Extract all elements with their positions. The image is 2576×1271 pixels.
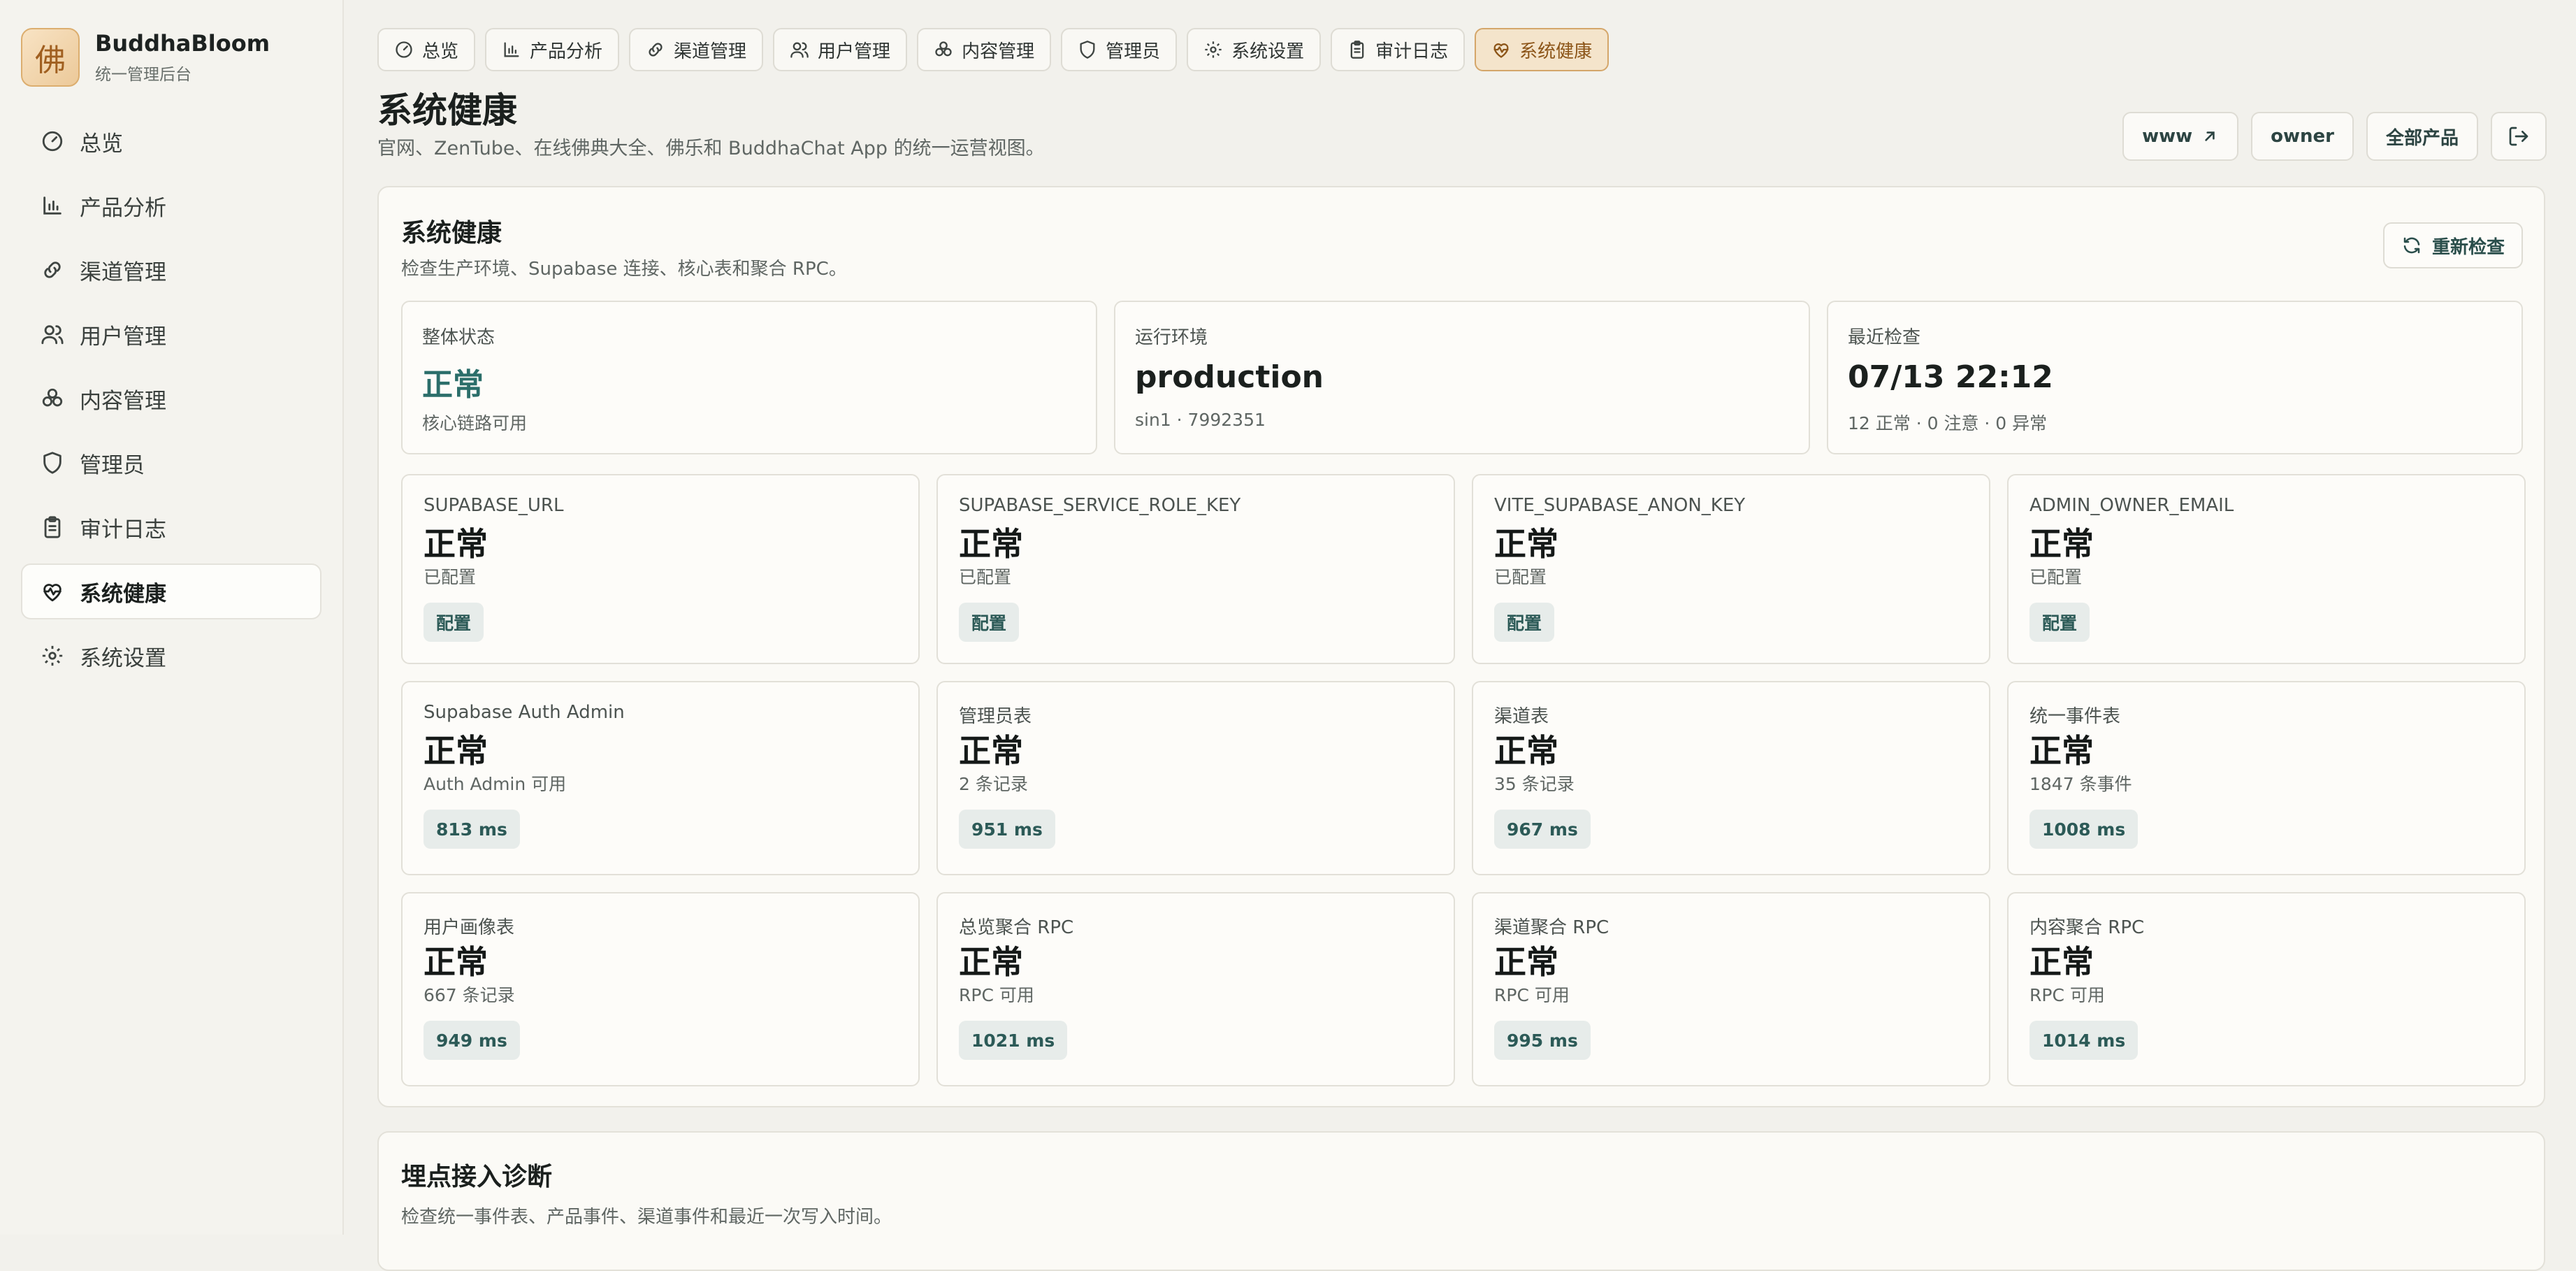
logout-icon: [2509, 127, 2528, 146]
check-card: SUPABASE_SERVICE_ROLE_KEY 正常 已配置 配置: [936, 474, 1455, 664]
shield-icon: [1080, 41, 1095, 59]
check-card: ADMIN_OWNER_EMAIL 正常 已配置 配置: [2007, 474, 2526, 664]
arrow-up-right-icon: [2205, 131, 2215, 141]
last-check-value: 07/13 22:12: [1848, 359, 2053, 395]
users-icon: [790, 42, 809, 58]
page-subtitle: 官网、ZenTube、在线佛典大全、佛乐和 BuddhaChat App 的统一…: [377, 138, 1045, 159]
latency-badge: 967 ms: [1494, 810, 1591, 849]
link-icon: [649, 43, 663, 57]
tracking-diagnostics-panel: 埋点接入诊断 检查统一事件表、产品事件、渠道事件和最近一次写入时间。: [377, 1131, 2545, 1271]
clipboard-icon: [1350, 41, 1364, 59]
sidebar-item-overview[interactable]: 总览: [21, 113, 321, 169]
last-check-card: 最近检查 07/13 22:12 12 正常 · 0 注意 · 0 异常: [1827, 301, 2523, 454]
tab-users[interactable]: 用户管理: [773, 28, 908, 71]
gear-icon: [42, 645, 63, 666]
sidebar-item-label: 总览: [80, 131, 123, 157]
tab-audit-log[interactable]: 审计日志: [1331, 28, 1466, 71]
refresh-icon: [2403, 237, 2420, 254]
www-link-button[interactable]: www: [2122, 112, 2239, 161]
check-card: 用户画像表 正常 667 条记录 949 ms: [401, 892, 920, 1086]
brand[interactable]: 佛 BuddhaBloom 统一管理后台: [21, 28, 270, 87]
check-badge: 配置: [2029, 603, 2090, 642]
bar-chart-icon: [43, 196, 61, 215]
latency-badge: 949 ms: [424, 1021, 520, 1060]
latency-badge: 813 ms: [424, 810, 520, 849]
brand-subtitle: 统一管理后台: [95, 66, 191, 84]
tab-content[interactable]: 内容管理: [917, 28, 1052, 71]
panel-title: 系统健康: [401, 219, 502, 247]
tab-analytics[interactable]: 产品分析: [485, 28, 620, 71]
gauge-icon: [42, 131, 63, 152]
diagnostics-subtitle: 检查统一事件表、产品事件、渠道事件和最近一次写入时间。: [401, 1207, 892, 1228]
check-card: SUPABASE_URL 正常 已配置 配置: [401, 474, 920, 664]
shield-icon: [43, 452, 61, 474]
latency-badge: 1021 ms: [959, 1021, 1068, 1060]
page-title: 系统健康: [377, 90, 517, 131]
check-card: 渠道聚合 RPC 正常 RPC 可用 995 ms: [1472, 892, 1990, 1086]
layers-icon: [935, 41, 952, 57]
recheck-button[interactable]: 重新检查: [2382, 222, 2523, 268]
sidebar-item-audit-log[interactable]: 审计日志: [21, 499, 321, 555]
check-card: Supabase Auth Admin 正常 Auth Admin 可用 813…: [401, 681, 920, 875]
sidebar-item-label: 用户管理: [80, 324, 166, 350]
tab-system-health[interactable]: 系统健康: [1475, 28, 1609, 71]
system-health-panel: 系统健康 检查生产环境、Supabase 连接、核心表和聚合 RPC。 重新检查…: [377, 186, 2545, 1107]
clipboard-icon: [44, 516, 61, 538]
link-icon: [44, 261, 61, 278]
check-card: 统一事件表 正常 1847 条事件 1008 ms: [2007, 681, 2526, 875]
check-card: 内容聚合 RPC 正常 RPC 可用 1014 ms: [2007, 892, 2526, 1086]
tab-admins[interactable]: 管理员: [1061, 28, 1178, 71]
latency-badge: 1014 ms: [2029, 1021, 2139, 1060]
all-products-button[interactable]: 全部产品: [2366, 112, 2478, 161]
check-card: 总览聚合 RPC 正常 RPC 可用 1021 ms: [936, 892, 1455, 1086]
sidebar-item-label: 管理员: [80, 452, 145, 478]
environment-value: production: [1135, 359, 1324, 395]
sidebar-item-label: 产品分析: [80, 195, 166, 221]
gauge-icon: [396, 41, 412, 58]
latency-badge: 995 ms: [1494, 1021, 1591, 1060]
sidebar-item-content[interactable]: 内容管理: [21, 371, 321, 426]
diagnostics-title: 埋点接入诊断: [401, 1163, 553, 1191]
sidebar-item-admins[interactable]: 管理员: [21, 435, 321, 491]
sidebar-item-system-health[interactable]: 系统健康: [21, 563, 321, 619]
sidebar-item-label: 审计日志: [80, 517, 166, 543]
sidebar-item-label: 系统设置: [80, 645, 166, 671]
logout-button[interactable]: [2491, 112, 2547, 161]
sidebar-item-users[interactable]: 用户管理: [21, 306, 321, 362]
header-actions: www owner 全部产品: [2110, 112, 2547, 161]
top-tabs: 总览 产品分析 渠道管理 用户管理 内容管理 管理员 系统设置 审计日志 系统健…: [377, 28, 1619, 71]
heart-pulse-icon: [43, 584, 61, 602]
sidebar-item-channels[interactable]: 渠道管理: [21, 242, 321, 298]
tab-overview[interactable]: 总览: [377, 28, 476, 71]
latency-badge: 951 ms: [959, 810, 1055, 849]
gear-icon: [1205, 41, 1222, 58]
sidebar-item-label: 内容管理: [80, 388, 166, 414]
latency-badge: 1008 ms: [2029, 810, 2139, 849]
heart-pulse-icon: [1493, 43, 1509, 58]
sidebar-item-label: 系统健康: [80, 581, 166, 607]
sidebar-nav: 总览 产品分析 渠道管理 用户管理 内容管理 管理员 审计日志 系统健康 系统设…: [21, 113, 321, 692]
check-badge: 配置: [959, 603, 1020, 642]
sidebar-item-settings[interactable]: 系统设置: [21, 628, 321, 684]
tab-channels[interactable]: 渠道管理: [629, 28, 764, 71]
sidebar-item-analytics[interactable]: 产品分析: [21, 178, 321, 234]
users-icon: [41, 325, 64, 345]
overall-status-card: 整体状态 正常 核心链路可用: [401, 301, 1097, 454]
sidebar-item-label: 渠道管理: [80, 259, 166, 285]
bar-chart-icon: [504, 42, 519, 57]
environment-card: 运行环境 production sin1 · 7992351: [1114, 301, 1810, 454]
layers-icon: [42, 388, 63, 407]
brand-name: BuddhaBloom: [95, 30, 270, 57]
sidebar: 佛 BuddhaBloom 统一管理后台 总览 产品分析 渠道管理 用户管理 内…: [0, 0, 344, 1235]
tab-settings[interactable]: 系统设置: [1187, 28, 1322, 71]
check-card: VITE_SUPABASE_ANON_KEY 正常 已配置 配置: [1472, 474, 1990, 664]
owner-role-badge[interactable]: owner: [2251, 112, 2354, 161]
check-card: 管理员表 正常 2 条记录 951 ms: [936, 681, 1455, 875]
check-badge: 配置: [1494, 603, 1555, 642]
check-card: 渠道表 正常 35 条记录 967 ms: [1472, 681, 1990, 875]
check-badge: 配置: [424, 603, 484, 642]
brand-logo: 佛: [21, 28, 80, 87]
panel-subtitle: 检查生产环境、Supabase 连接、核心表和聚合 RPC。: [401, 259, 847, 280]
overall-status-value: 正常: [422, 367, 484, 403]
